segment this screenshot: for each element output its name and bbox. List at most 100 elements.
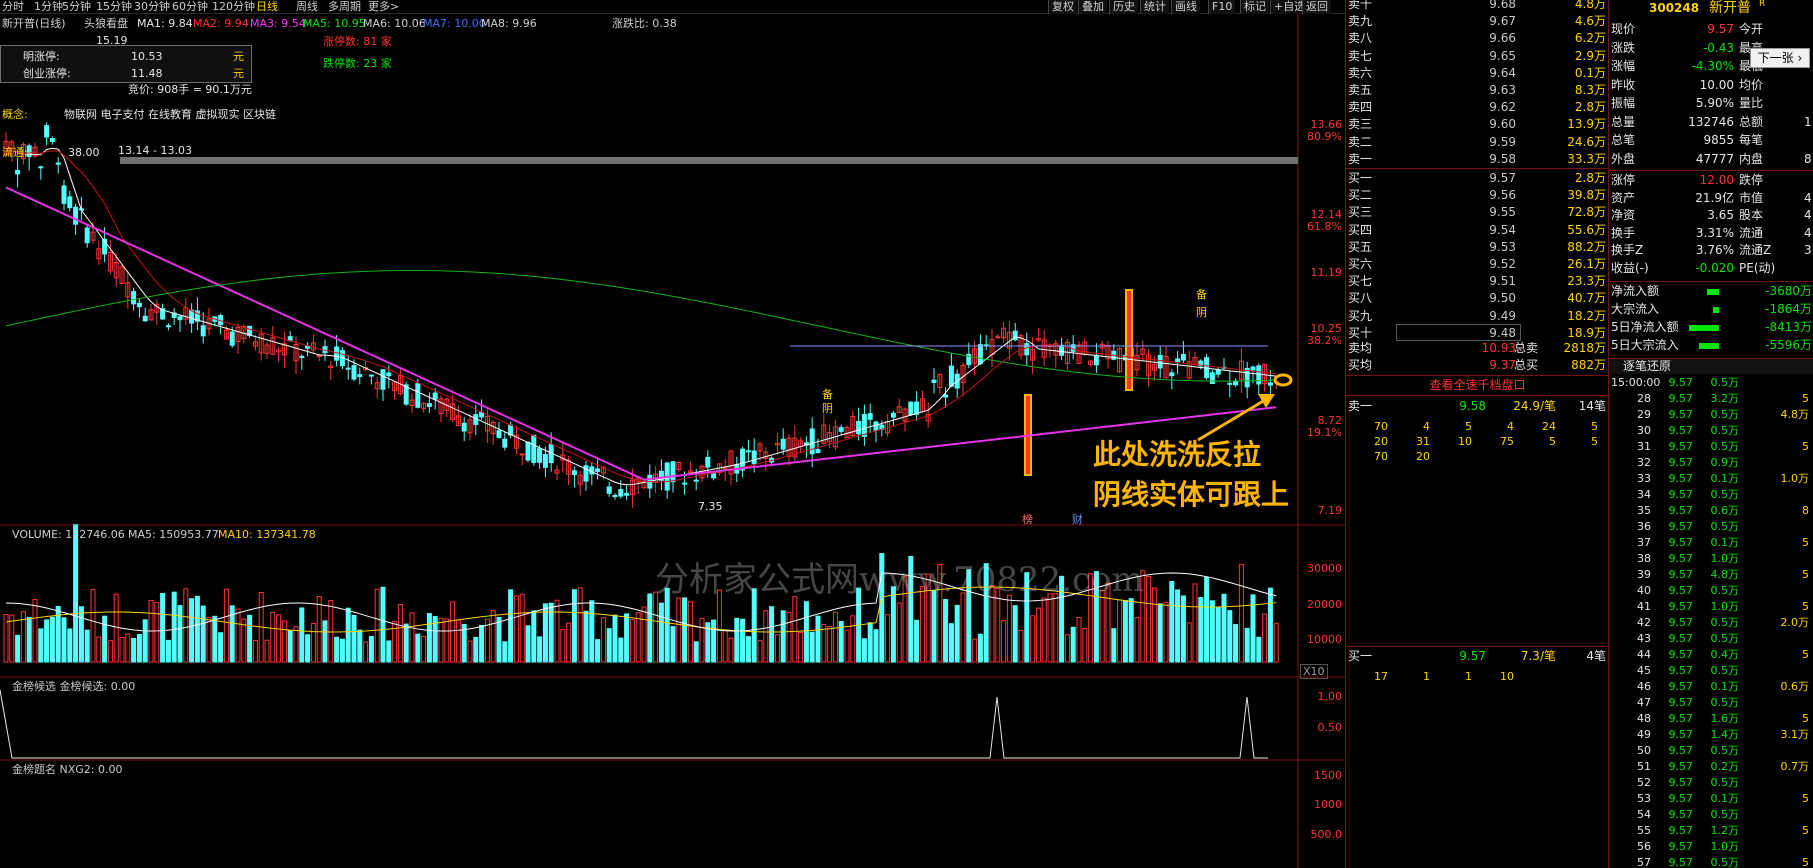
ask-total-label: 总卖 xyxy=(1513,341,1538,355)
volume-bar-82 xyxy=(479,624,485,663)
volume-bar-113 xyxy=(658,602,664,663)
volume-bar-154 xyxy=(896,602,902,663)
volume-bar-5 xyxy=(32,598,38,663)
tick-time-7: 34 xyxy=(1637,488,1651,501)
quote2-row-0: 涨停 12.00 跌停 xyxy=(1609,172,1813,189)
volume-bar-137 xyxy=(798,632,804,663)
period-tab-10[interactable]: 更多> xyxy=(368,0,399,14)
tick-vol-0: 0.5万 xyxy=(1710,376,1740,389)
volume-bar-21 xyxy=(125,633,131,663)
tick-vol-22: 1.4万 xyxy=(1710,728,1740,741)
quote-row-3-label: 昨收 xyxy=(1611,77,1636,92)
next-image-tooltip[interactable]: 下一张 › xyxy=(1750,48,1810,68)
quote2-row-5-label2: PE(动) xyxy=(1739,260,1776,275)
period-tab-1[interactable]: 1分钟 xyxy=(34,0,63,14)
deep-ask1-ask1_price: 9.58 xyxy=(1459,399,1486,413)
volume-bar-106 xyxy=(618,637,624,663)
quote-row-5-value: 132746 xyxy=(1688,114,1734,129)
quote2-row-1: 资产 21.9亿 市值 4 xyxy=(1609,190,1813,207)
bid-0-volume: 2.8万 xyxy=(1574,171,1606,185)
tick-time-28: 55 xyxy=(1637,824,1651,837)
deep-orderbook-link[interactable]: 查看全速千档盘口 xyxy=(1346,377,1609,394)
volume-bar-40 xyxy=(235,608,241,663)
volume-bar-22 xyxy=(131,637,137,663)
quote-row-5-label2: 总额 xyxy=(1739,114,1764,129)
kline-chart-area[interactable]: 分时 1分钟 5分钟 15分钟 30分钟 60分钟 120分钟 日线 周线 多周期 更多> 复权 叠加历… xyxy=(0,0,1345,868)
period-tab-6[interactable]: 120分钟 xyxy=(212,0,255,14)
volume-bar-20 xyxy=(119,637,125,663)
price-axis-pct-1: 61.8% xyxy=(1307,220,1342,233)
jbhx-axis-1: 0.50 xyxy=(1318,721,1343,734)
volume-bar-2 xyxy=(15,634,21,663)
volume-bar-55 xyxy=(322,620,328,663)
tick-vol-3: 0.5万 xyxy=(1710,424,1740,437)
quote2-row-1-value: 21.9亿 xyxy=(1695,190,1734,205)
period-tab-8[interactable]: 周线 xyxy=(296,0,318,14)
volume-bar-173 xyxy=(1006,594,1012,663)
tick-row-3: 30 9.57 0.5万 xyxy=(1609,423,1813,439)
tick-row-10: 37 9.57 0.1万 5 xyxy=(1609,535,1813,551)
volume-bar-7 xyxy=(44,619,50,663)
ask-3-row: 卖七 9.65 2.9万 xyxy=(1346,48,1609,65)
tick-time-24: 51 xyxy=(1637,760,1651,773)
candle-body-22 xyxy=(131,291,137,305)
menu-button-8[interactable]: 返回 xyxy=(1302,0,1331,14)
peak-price: 15.19 xyxy=(96,34,128,47)
quote2-row-5: 收益(-) -0.020 PE(动) xyxy=(1609,260,1813,277)
menu-button-0[interactable]: 复权 xyxy=(1048,0,1077,14)
tick-price-28: 9.57 xyxy=(1668,824,1694,837)
volume-bar-104 xyxy=(606,628,612,663)
ask-6-label: 卖四 xyxy=(1348,100,1373,115)
volume-bar-110 xyxy=(641,606,647,663)
tick-time-21: 48 xyxy=(1637,712,1651,725)
flow-value-0: -3680万 xyxy=(1765,284,1812,298)
bid1-order-3: 10 xyxy=(1500,670,1514,683)
flow-divider xyxy=(1609,281,1813,282)
tick-vol-9: 0.5万 xyxy=(1710,520,1740,533)
menu-button-5[interactable]: F10 xyxy=(1208,0,1236,14)
volume-bar-210 xyxy=(1221,593,1227,663)
signal-bei-1: 备 xyxy=(822,388,833,401)
candle-body-212 xyxy=(1233,380,1239,386)
tick-vol-5: 0.9万 xyxy=(1710,456,1740,469)
volume-bar-12 xyxy=(73,524,79,663)
volume-scale-badge[interactable]: X10 xyxy=(1300,664,1328,679)
volume-bar-205 xyxy=(1192,583,1198,663)
period-tab-0[interactable]: 分时 xyxy=(2,0,24,14)
menu-button-2[interactable]: 历史 xyxy=(1109,0,1138,14)
tick-vol-21: 1.6万 xyxy=(1710,712,1740,725)
candle-body-59 xyxy=(345,367,351,370)
tick-row-1: 28 9.57 3.2万 5 xyxy=(1609,391,1813,407)
period-tab-2[interactable]: 5分钟 xyxy=(62,0,91,14)
menu-button-4[interactable]: 画线 xyxy=(1171,0,1200,14)
tick-time-0: 15:00:00 xyxy=(1611,376,1661,389)
tick-price-24: 9.57 xyxy=(1668,760,1694,773)
volume-bar-152 xyxy=(885,614,891,663)
volume-bar-112 xyxy=(653,591,659,663)
jbtm-axis-2: 500.0 xyxy=(1311,828,1343,841)
volume-bar-213 xyxy=(1238,563,1244,663)
volume-bar-163 xyxy=(948,623,954,663)
tick-row-27: 54 9.57 0.5万 xyxy=(1609,807,1813,823)
candle-body-93 xyxy=(542,454,548,468)
chevron-right-icon: › xyxy=(1797,51,1803,65)
volume-header-1: MA5: 150953.77 xyxy=(128,528,219,541)
menu-button-3[interactable]: 统计 xyxy=(1140,0,1169,14)
period-tab-5[interactable]: 60分钟 xyxy=(172,0,208,14)
ask-3-label: 卖七 xyxy=(1348,48,1373,63)
period-tab-7[interactable]: 日线 xyxy=(256,0,278,14)
menu-button-1[interactable]: 叠加 xyxy=(1078,0,1107,14)
period-tab-9[interactable]: 多周期 xyxy=(328,0,361,14)
menu-button-6[interactable]: 标记 xyxy=(1240,0,1269,14)
quote2-row-1-value2: 4 xyxy=(1804,190,1812,205)
period-tab-3[interactable]: 15分钟 xyxy=(96,0,132,14)
period-tab-4[interactable]: 30分钟 xyxy=(134,0,170,14)
volume-bar-143 xyxy=(832,611,838,663)
bid-8-label: 买九 xyxy=(1348,308,1373,323)
quote2-row-3-value: 3.31% xyxy=(1695,225,1734,240)
quote-row-4-label2: 量比 xyxy=(1739,96,1764,110)
flow-label-2: 5日净流入额 xyxy=(1611,320,1679,334)
candle-body-202 xyxy=(1175,358,1181,363)
bid-5-label: 买六 xyxy=(1348,257,1373,271)
volume-bar-67 xyxy=(392,621,398,663)
